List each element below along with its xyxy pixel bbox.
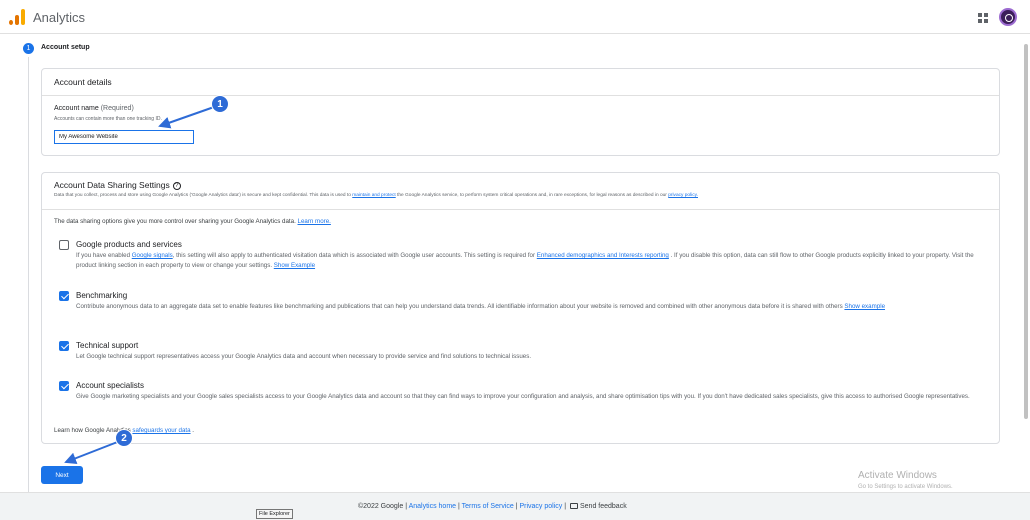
footer-links: ©2022 Google | Analytics home | Terms of… — [358, 503, 627, 510]
google-signals-link[interactable]: Google signals — [132, 252, 173, 259]
option-description: If you have enabled Google signals, this… — [76, 251, 981, 271]
checkbox-checked-icon[interactable] — [59, 341, 69, 351]
avatar[interactable] — [999, 8, 1017, 26]
step-connector-line — [28, 57, 29, 495]
option-title: Technical support — [76, 341, 139, 350]
option-description: Give Google marketing specialists and yo… — [76, 393, 970, 400]
file-explorer-tooltip: File Explorer — [256, 509, 293, 519]
learn-more-link[interactable]: Learn more. — [298, 218, 331, 225]
option-description: Let Google technical support representat… — [76, 353, 532, 360]
show-example-link[interactable]: Show Example — [274, 262, 315, 269]
data-sharing-card: Account Data Sharing Settings? Data that… — [41, 172, 1000, 444]
desc-text-2: the Google Analytics service, to perform… — [395, 193, 669, 198]
account-details-title: Account details — [54, 77, 112, 87]
terms-link[interactable]: Terms of Service — [462, 503, 514, 510]
privacy-link[interactable]: Privacy policy — [519, 503, 562, 510]
apps-grid-icon[interactable] — [978, 13, 988, 23]
step-title: Account setup — [41, 44, 90, 51]
intro-text: The data sharing options give you more c… — [54, 218, 298, 225]
annotation-marker-2: 2 — [115, 429, 133, 447]
footer: ©2022 Google | Analytics home | Terms of… — [0, 492, 1030, 520]
checkbox-checked-icon[interactable] — [59, 291, 69, 301]
next-button[interactable]: Next — [41, 466, 83, 484]
watermark-line2: Go to Settings to activate Windows. — [858, 484, 953, 490]
account-name-label: Account name (Required) — [54, 105, 134, 112]
option-title: Google products and services — [76, 240, 182, 249]
maintain-protect-link[interactable]: maintain and protect — [352, 193, 395, 198]
data-sharing-title: Account Data Sharing Settings? — [54, 180, 181, 190]
watermark-line1: Activate Windows — [858, 470, 937, 481]
analytics-logo-icon[interactable] — [9, 9, 25, 25]
desc-text: , this setting will also apply to authen… — [172, 252, 537, 259]
checkbox-checked-icon[interactable] — [59, 381, 69, 391]
step-number-badge: 1 — [23, 43, 34, 54]
sharing-intro: The data sharing options give you more c… — [54, 218, 331, 225]
required-note: (Required) — [100, 105, 134, 112]
analytics-home-link[interactable]: Analytics home — [409, 503, 456, 510]
top-app-bar: Analytics — [0, 0, 1030, 34]
enhanced-demographics-link[interactable]: Enhanced demographics and Interests repo… — [537, 252, 669, 259]
desc-text: If you have enabled — [76, 252, 132, 259]
feedback-icon[interactable] — [570, 503, 578, 509]
annotation-marker-1: 1 — [211, 95, 229, 113]
divider — [42, 95, 999, 96]
scrollbar[interactable] — [1024, 44, 1028, 419]
copyright: ©2022 Google — [358, 503, 404, 510]
account-name-label-text: Account name — [54, 105, 99, 112]
checkbox-google-products[interactable] — [59, 240, 69, 250]
option-title: Benchmarking — [76, 291, 128, 300]
help-circle-icon[interactable]: ? — [172, 182, 181, 190]
safeguards-link[interactable]: safeguards your data — [132, 427, 190, 434]
divider — [42, 209, 999, 210]
account-details-card: Account details Account name (Required) … — [41, 68, 1000, 156]
send-feedback-link[interactable]: Send feedback — [580, 503, 627, 510]
safeguards-end: . — [190, 427, 195, 434]
data-sharing-title-text: Account Data Sharing Settings — [54, 180, 170, 190]
show-example-link[interactable]: Show example — [844, 303, 885, 310]
activate-windows-watermark: Activate Windows Go to Settings to activ… — [858, 470, 953, 490]
option-description: Contribute anonymous data to an aggregat… — [76, 302, 981, 312]
account-name-hint: Accounts can contain more than one track… — [54, 116, 162, 122]
desc-text-1: Data that you collect, process and store… — [54, 193, 353, 198]
account-name-input[interactable] — [54, 130, 194, 144]
app-title[interactable]: Analytics — [33, 10, 85, 25]
separator: | — [562, 503, 568, 510]
annotation-arrow-2 — [64, 440, 121, 464]
option-title: Account specialists — [76, 381, 145, 390]
desc-text: Contribute anonymous data to an aggregat… — [76, 303, 845, 310]
data-sharing-description: Data that you collect, process and store… — [54, 193, 698, 198]
privacy-policy-link[interactable]: privacy policy. — [668, 193, 698, 198]
